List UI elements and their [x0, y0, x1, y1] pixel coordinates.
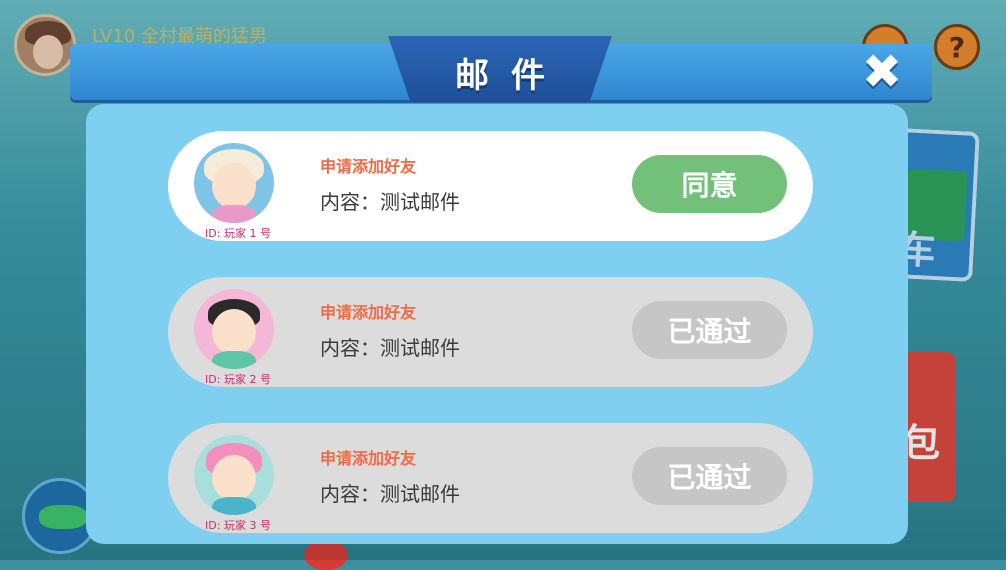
dialog-header: 邮件 ✖	[70, 36, 932, 102]
avatar-face	[212, 455, 256, 501]
mail-item: ID: 玩家 3 号 申请添加好友 内容：测试邮件 已通过	[168, 423, 813, 533]
player-id: ID: 玩家 3 号	[205, 519, 271, 532]
mail-content: 内容：测试邮件	[320, 336, 460, 360]
accepted-status-button: 已通过	[632, 301, 787, 359]
black-bun-hair-girl-avatar	[194, 289, 274, 369]
mail-type: 申请添加好友	[320, 449, 417, 468]
player-id: ID: 玩家 2 号	[205, 373, 271, 386]
avatar-body	[212, 351, 256, 369]
mail-content: 内容：测试邮件	[320, 190, 460, 214]
avatar-face	[212, 163, 256, 209]
avatar-body	[212, 497, 256, 515]
mail-type: 申请添加好友	[320, 157, 417, 176]
player-id: ID: 玩家 1 号	[205, 227, 271, 240]
mail-type: 申请添加好友	[320, 303, 417, 322]
pink-hair-headphones-girl-avatar	[194, 435, 274, 515]
mail-item: ID: 玩家 1 号 申请添加好友 内容：测试邮件 同意	[168, 131, 813, 241]
close-icon[interactable]: ✖	[854, 44, 910, 100]
white-haired-grandma-avatar	[194, 143, 274, 223]
mail-content: 内容：测试邮件	[320, 482, 460, 506]
mail-item: ID: 玩家 2 号 申请添加好友 内容：测试邮件 已通过	[168, 277, 813, 387]
avatar-face	[212, 309, 256, 355]
dialog-title: 邮件	[455, 56, 567, 96]
accepted-status-button: 已通过	[632, 447, 787, 505]
agree-button[interactable]: 同意	[632, 155, 787, 213]
avatar-body	[212, 205, 256, 223]
